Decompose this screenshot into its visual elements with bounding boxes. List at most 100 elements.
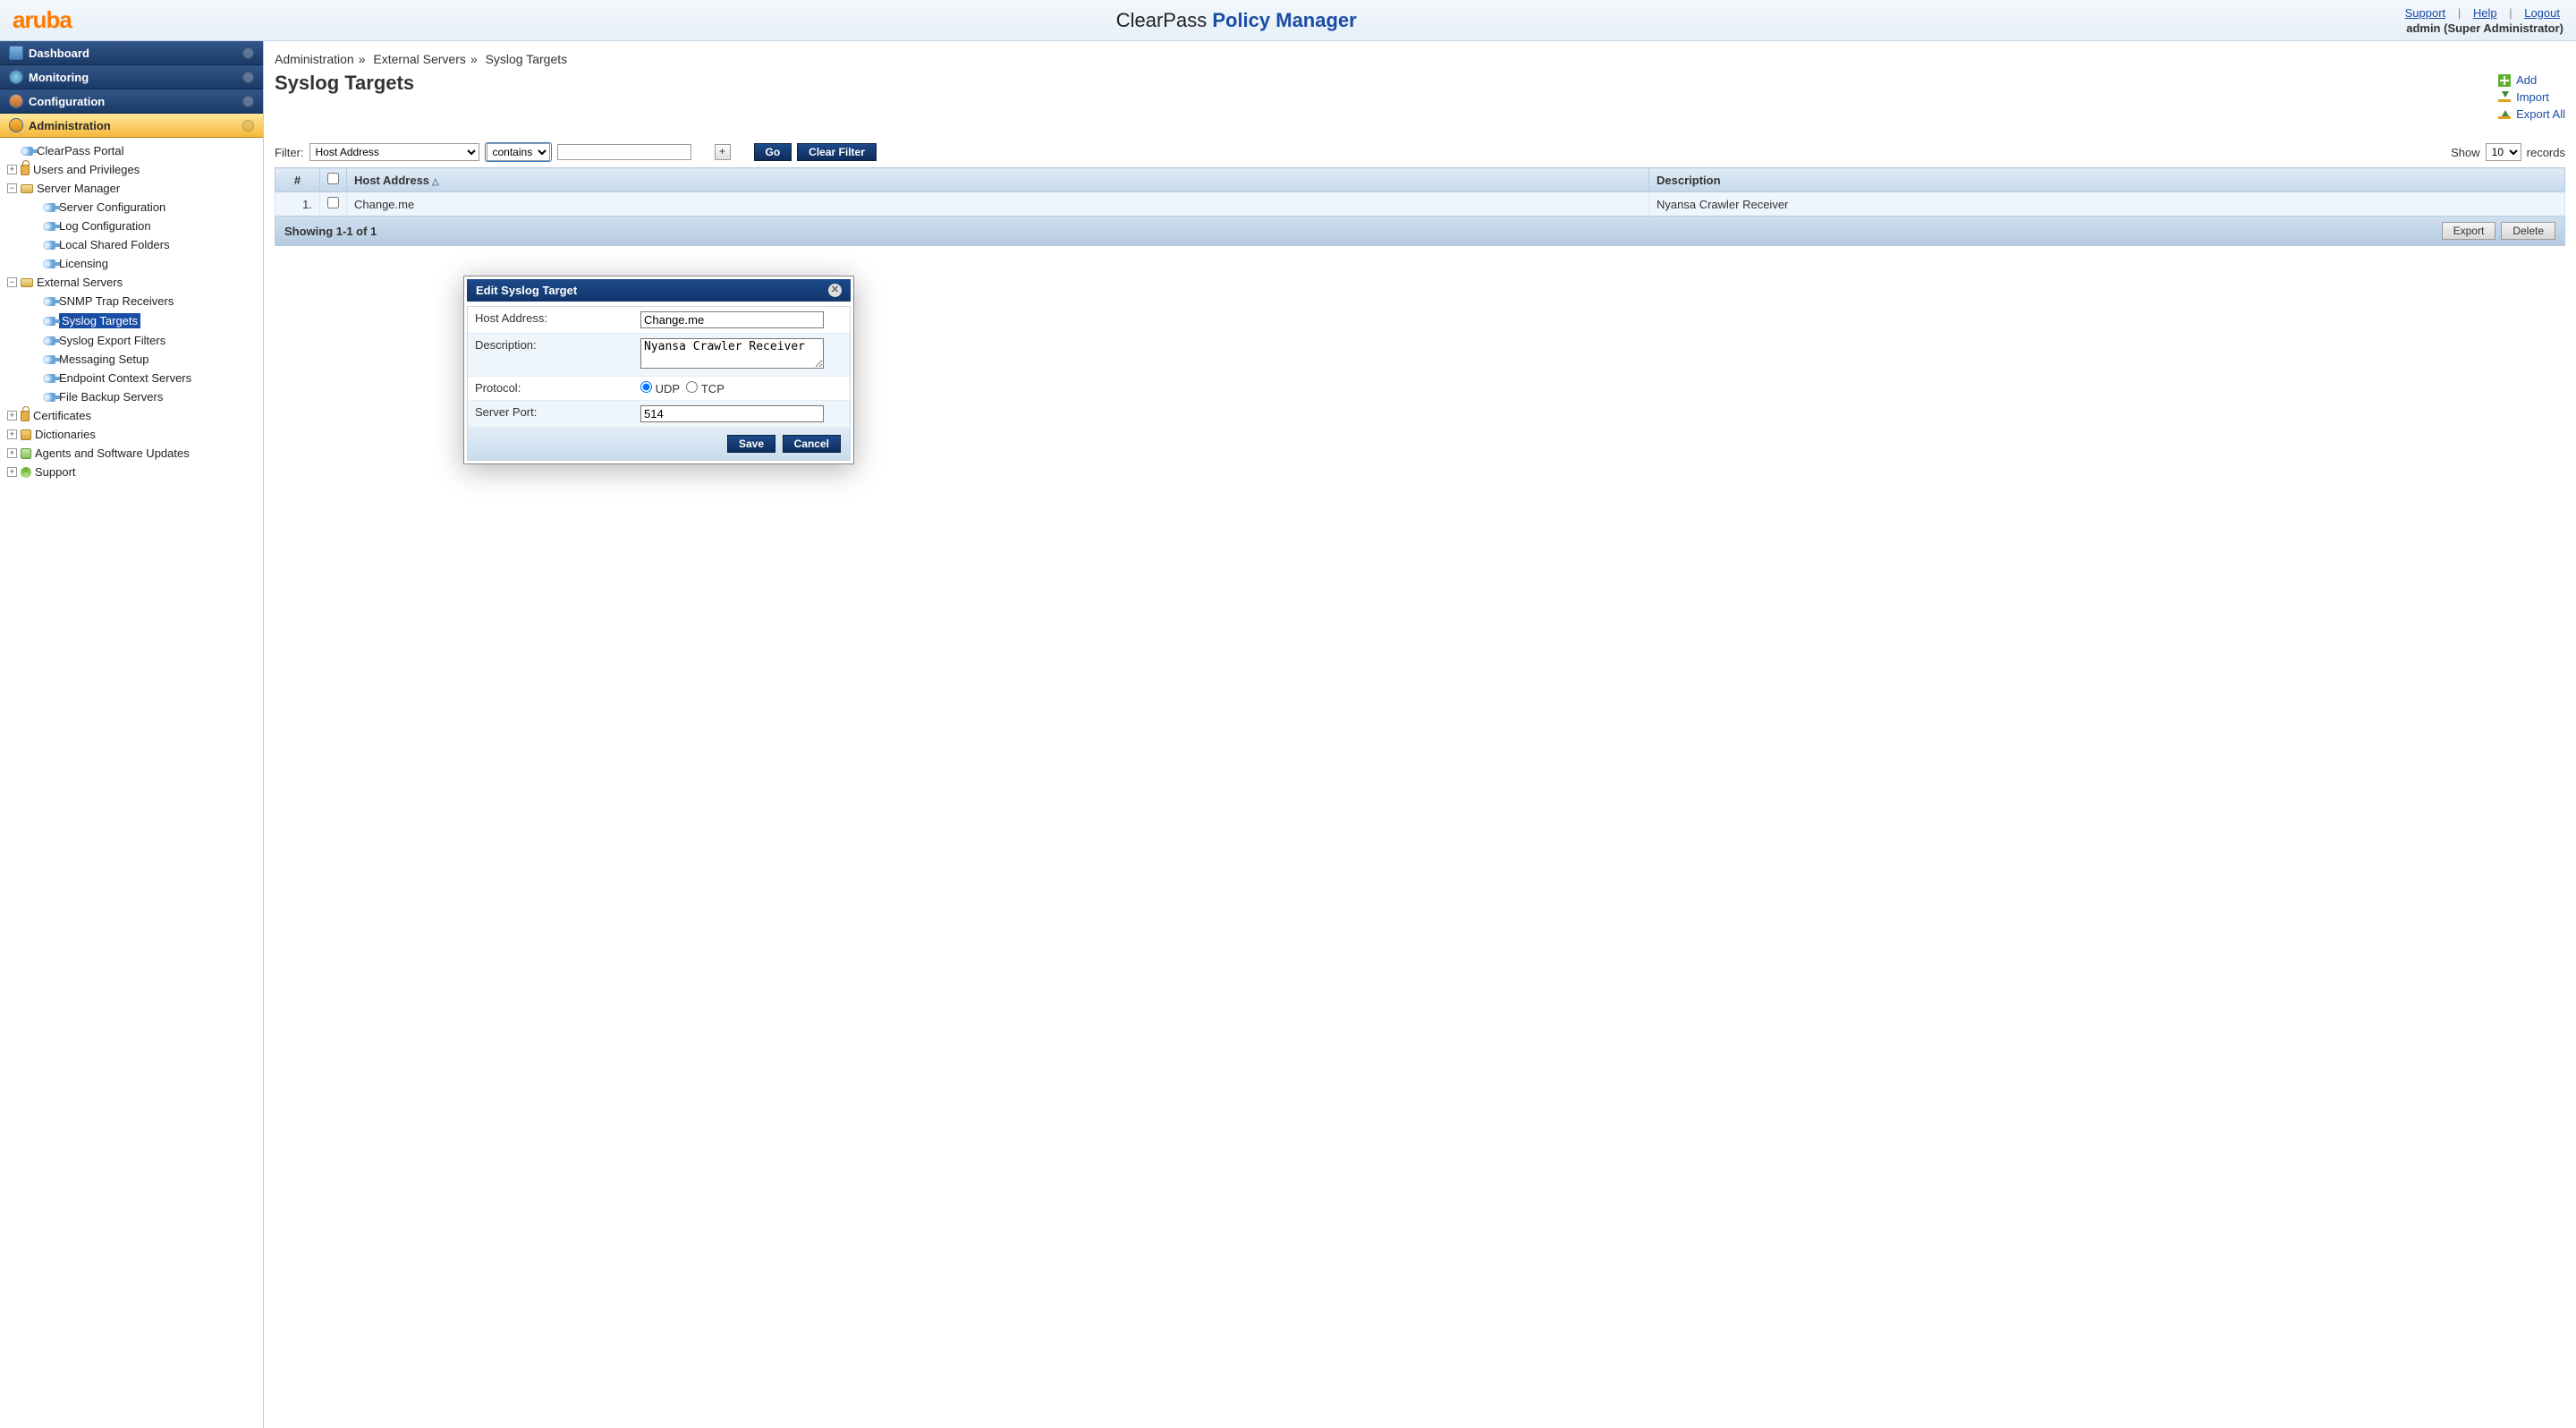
- folder-icon: [21, 278, 33, 287]
- nav-administration[interactable]: Administration: [0, 114, 263, 138]
- dashboard-icon: [9, 46, 23, 60]
- edit-syslog-target-dialog: Edit Syslog Target ✕ Host Address: Descr…: [463, 276, 854, 464]
- expand-icon[interactable]: +: [7, 429, 17, 439]
- row-host: Change.me: [347, 192, 1649, 217]
- tree-messaging-setup[interactable]: Messaging Setup: [5, 350, 258, 369]
- col-number[interactable]: #: [275, 168, 320, 192]
- filter-operator-select[interactable]: contains: [487, 143, 550, 161]
- key-icon: [43, 393, 55, 402]
- add-filter-button[interactable]: +: [715, 144, 731, 160]
- breadcrumb-item[interactable]: External Servers: [373, 52, 465, 66]
- table-row[interactable]: 1. Change.me Nyansa Crawler Receiver: [275, 192, 2565, 217]
- lock-icon: [21, 411, 30, 421]
- refresh-icon: [21, 467, 31, 478]
- go-button[interactable]: Go: [754, 143, 792, 161]
- cancel-button[interactable]: Cancel: [783, 435, 841, 453]
- top-bar: aruba ClearPass Policy Manager Support |…: [0, 0, 2576, 41]
- description-label: Description:: [468, 334, 633, 377]
- save-button[interactable]: Save: [727, 435, 775, 453]
- nav-tree: ClearPass Portal +Users and Privileges −…: [0, 138, 263, 499]
- current-user: admin (Super Administrator): [2402, 21, 2563, 35]
- expand-icon[interactable]: +: [7, 448, 17, 458]
- plus-icon: [2498, 74, 2511, 87]
- chevron-icon: [242, 72, 254, 83]
- page-title: Syslog Targets: [275, 72, 414, 95]
- top-right: Support | Help | Logout admin (Super Adm…: [2402, 6, 2563, 35]
- tree-syslog-export-filters[interactable]: Syslog Export Filters: [5, 331, 258, 350]
- breadcrumb-item[interactable]: Administration: [275, 52, 354, 66]
- udp-radio[interactable]: [640, 381, 652, 393]
- content-area: Administration» External Servers» Syslog…: [264, 41, 2576, 1428]
- col-host-address[interactable]: Host Address△: [347, 168, 1649, 192]
- key-icon: [43, 336, 55, 345]
- add-link[interactable]: Add: [2498, 73, 2565, 87]
- filter-label: Filter:: [275, 146, 304, 159]
- expand-icon[interactable]: +: [7, 165, 17, 174]
- tree-users-privileges[interactable]: +Users and Privileges: [5, 160, 258, 179]
- tree-external-servers[interactable]: −External Servers: [5, 273, 258, 292]
- protocol-label: Protocol:: [468, 377, 633, 401]
- logout-link[interactable]: Logout: [2524, 6, 2560, 20]
- tree-local-shared-folders[interactable]: Local Shared Folders: [5, 235, 258, 254]
- key-icon: [43, 222, 55, 231]
- protocol-tcp-option[interactable]: TCP: [686, 382, 724, 395]
- dialog-titlebar[interactable]: Edit Syslog Target ✕: [467, 279, 851, 302]
- server-port-input[interactable]: [640, 405, 824, 422]
- expand-icon[interactable]: +: [7, 411, 17, 421]
- collapse-icon[interactable]: −: [7, 183, 17, 193]
- syslog-targets-table: # Host Address△ Description 1. Change.me…: [275, 167, 2565, 217]
- help-link[interactable]: Help: [2473, 6, 2497, 20]
- clear-filter-button[interactable]: Clear Filter: [797, 143, 877, 161]
- row-number: 1.: [275, 192, 320, 217]
- filter-value-input[interactable]: [557, 144, 691, 160]
- nav-monitoring[interactable]: Monitoring: [0, 65, 263, 89]
- tree-server-manager[interactable]: −Server Manager: [5, 179, 258, 198]
- tree-agents-updates[interactable]: +Agents and Software Updates: [5, 444, 258, 463]
- key-icon: [43, 203, 55, 212]
- table-footer: Showing 1-1 of 1 Export Delete: [275, 217, 2565, 246]
- nav-dashboard[interactable]: Dashboard: [0, 41, 263, 65]
- col-description[interactable]: Description: [1649, 168, 2565, 192]
- tree-endpoint-context-servers[interactable]: Endpoint Context Servers: [5, 369, 258, 387]
- tree-dictionaries[interactable]: +Dictionaries: [5, 425, 258, 444]
- close-icon[interactable]: ✕: [828, 284, 842, 297]
- import-link[interactable]: Import: [2498, 90, 2565, 104]
- select-all-checkbox[interactable]: [327, 173, 339, 184]
- tree-syslog-targets[interactable]: Syslog Targets: [5, 310, 258, 331]
- export-all-link[interactable]: Export All: [2498, 107, 2565, 121]
- protocol-udp-option[interactable]: UDP: [640, 382, 680, 395]
- tree-licensing[interactable]: Licensing: [5, 254, 258, 273]
- export-button[interactable]: Export: [2442, 222, 2496, 240]
- tcp-radio[interactable]: [686, 381, 698, 393]
- tree-clearpass-portal[interactable]: ClearPass Portal: [5, 141, 258, 160]
- tree-support[interactable]: +Support: [5, 463, 258, 481]
- row-checkbox[interactable]: [327, 197, 339, 208]
- page-actions: Add Import Export All: [2498, 73, 2565, 124]
- support-link[interactable]: Support: [2405, 6, 2446, 20]
- tree-snmp-trap-receivers[interactable]: SNMP Trap Receivers: [5, 292, 258, 310]
- key-icon: [43, 297, 55, 306]
- host-address-input[interactable]: [640, 311, 824, 328]
- expand-icon[interactable]: +: [7, 467, 17, 477]
- delete-button[interactable]: Delete: [2501, 222, 2555, 240]
- tree-file-backup-servers[interactable]: File Backup Servers: [5, 387, 258, 406]
- key-icon: [43, 374, 55, 383]
- nav-configuration[interactable]: Configuration: [0, 89, 263, 114]
- configuration-icon: [9, 94, 23, 108]
- page-size-select[interactable]: 10: [2486, 143, 2521, 161]
- dialog-title: Edit Syslog Target: [476, 284, 577, 297]
- package-icon: [21, 448, 31, 459]
- tree-server-configuration[interactable]: Server Configuration: [5, 198, 258, 217]
- row-description: Nyansa Crawler Receiver: [1649, 192, 2565, 217]
- tree-certificates[interactable]: +Certificates: [5, 406, 258, 425]
- sort-asc-icon: △: [432, 177, 439, 187]
- export-icon: [2498, 110, 2511, 119]
- filter-field-select[interactable]: Host Address: [309, 143, 479, 161]
- show-label: Show: [2451, 146, 2480, 159]
- tree-log-configuration[interactable]: Log Configuration: [5, 217, 258, 235]
- showing-label: Showing 1-1 of 1: [284, 225, 377, 238]
- key-icon: [43, 355, 55, 364]
- key-icon: [43, 241, 55, 250]
- collapse-icon[interactable]: −: [7, 277, 17, 287]
- description-textarea[interactable]: Nyansa Crawler Receiver: [640, 338, 824, 369]
